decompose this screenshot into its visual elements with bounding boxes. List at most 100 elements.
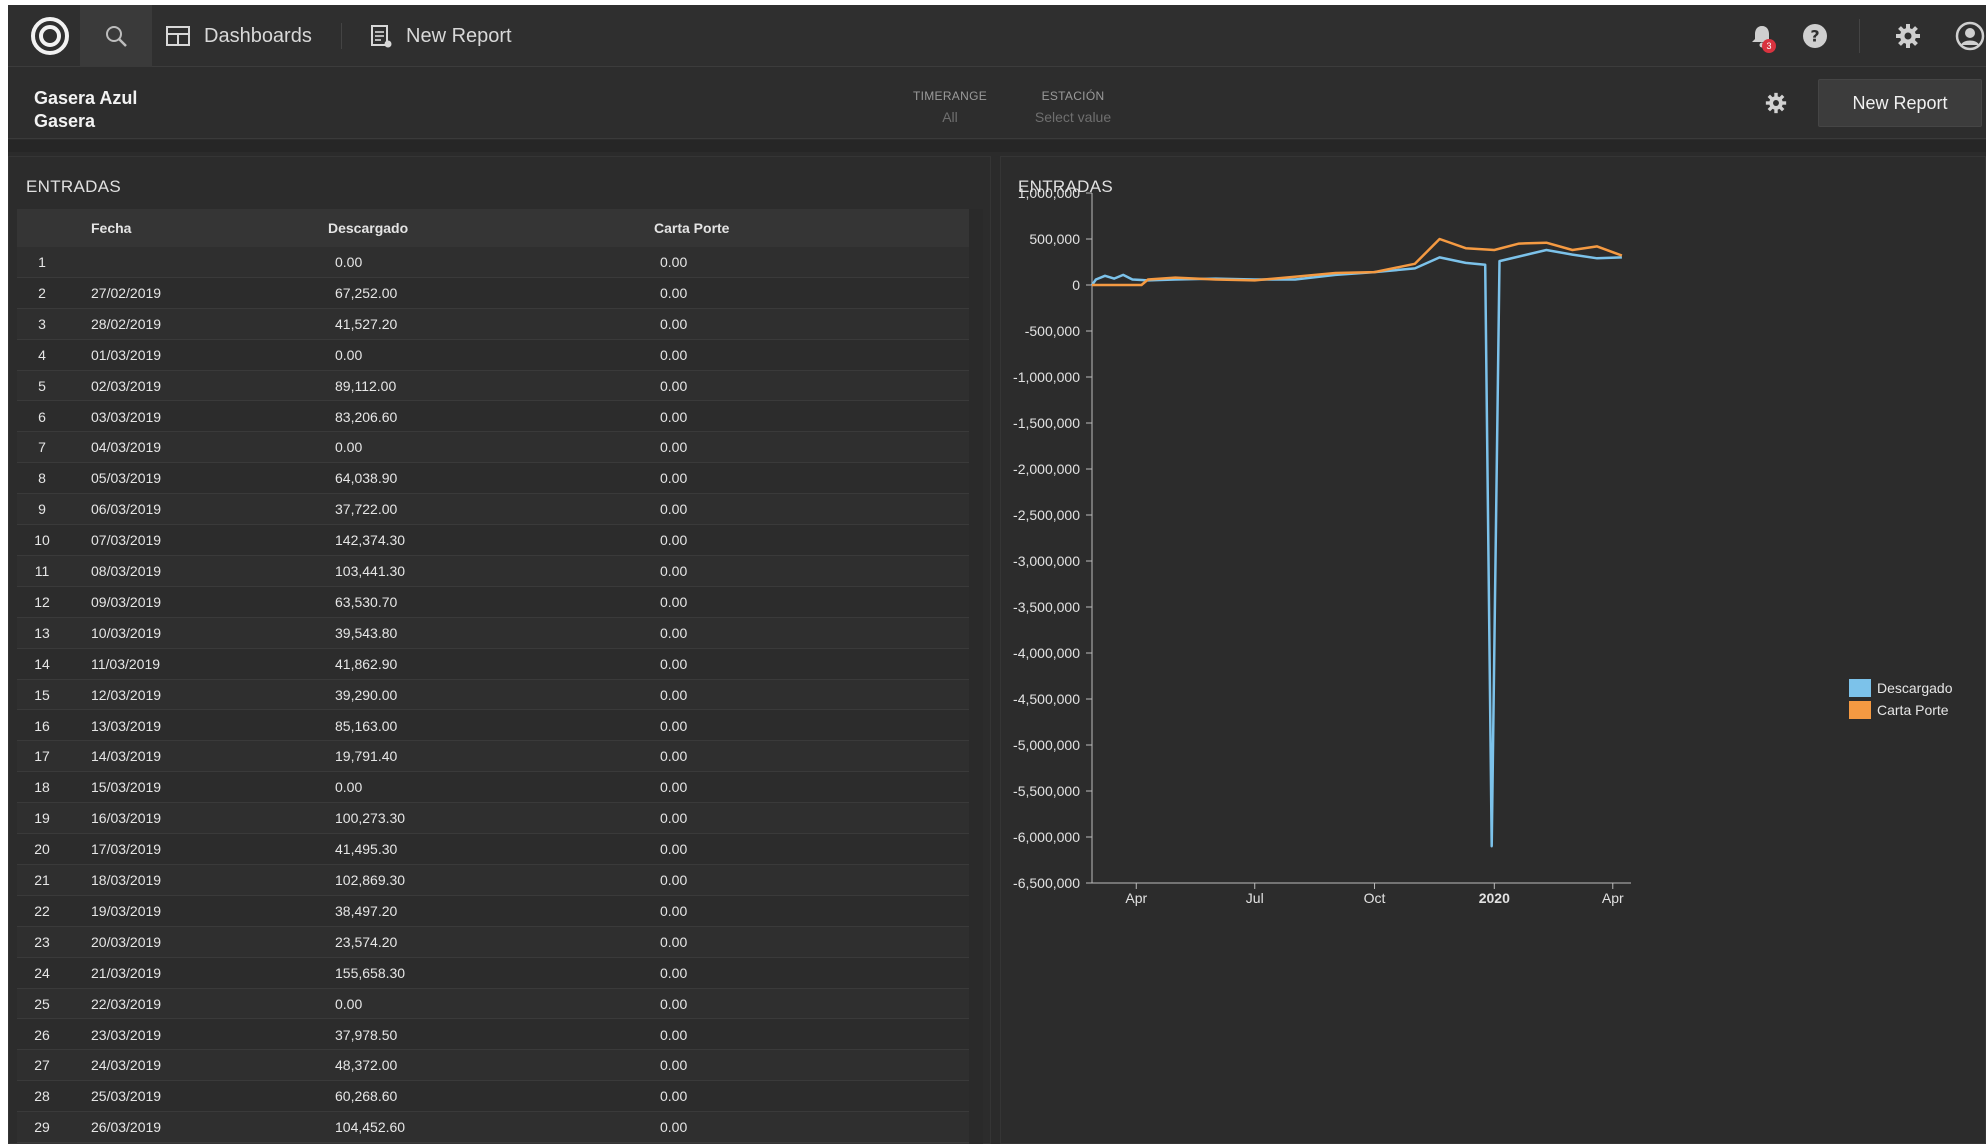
carta-porte-cell: 0.00: [660, 254, 688, 270]
table-row[interactable]: 15 12/03/2019 39,290.00 0.00: [17, 679, 974, 711]
table-row[interactable]: 7 04/03/2019 0.00 0.00: [17, 432, 974, 464]
filter-estacion-value[interactable]: Select value: [1018, 109, 1128, 125]
table-row[interactable]: 8 05/03/2019 64,038.90 0.00: [17, 463, 974, 495]
table-row[interactable]: 17 14/03/2019 19,791.40 0.00: [17, 741, 974, 773]
fecha-cell: 03/03/2019: [91, 408, 162, 425]
column-header-descargado[interactable]: Descargado: [328, 209, 408, 247]
carta-porte-cell: 0.00: [660, 1057, 688, 1074]
table-row[interactable]: 5 02/03/2019 89,112.00 0.00: [17, 370, 974, 402]
carta-porte-cell: 0.00: [660, 593, 688, 610]
fecha-cell: 01/03/2019: [91, 346, 162, 363]
table-row[interactable]: 21 18/03/2019 102,869.30 0.00: [17, 865, 974, 896]
app-logo-icon[interactable]: [20, 5, 80, 67]
row-index-cell: 11: [34, 563, 50, 579]
table-row[interactable]: 11 08/03/2019 103,441.30 0.00: [17, 556, 974, 587]
row-index-cell: 21: [34, 872, 50, 888]
fecha-cell: 06/03/2019: [91, 501, 162, 518]
table-row[interactable]: 24 21/03/2019 155,658.30 0.00: [17, 958, 974, 989]
carta-porte-cell: 0.00: [660, 717, 688, 734]
carta-porte-cell: 0.00: [660, 624, 688, 641]
fecha-cell: 19/03/2019: [91, 902, 162, 919]
new-report-button[interactable]: New Report: [1818, 79, 1982, 127]
filter-timerange-value[interactable]: All: [904, 109, 996, 125]
legend-swatch: [1849, 701, 1871, 719]
filter-timerange[interactable]: TIMERANGE All: [904, 89, 996, 125]
table-row[interactable]: 26 23/03/2019 37,978.50 0.00: [17, 1020, 974, 1051]
filter-timerange-label: TIMERANGE: [912, 89, 988, 103]
table-header-row: Fecha Descargado Carta Porte: [17, 209, 974, 247]
nav-dashboards[interactable]: Dashboards: [166, 5, 312, 67]
table-row[interactable]: 23 20/03/2019 23,574.20 0.00: [17, 926, 974, 958]
entradas-line-chart[interactable]: 1,000,000 500,000 0 -500,000 -1,000,000 -1,50…: [1001, 157, 1986, 1144]
table-row[interactable]: 18 15/03/2019 0.00 0.00: [17, 772, 974, 804]
table-scrollbar[interactable]: [969, 209, 983, 1144]
fecha-cell: 10/03/2019: [91, 624, 162, 641]
descargado-cell: 103,441.30: [335, 563, 406, 579]
row-index-cell: 9: [38, 501, 46, 518]
fecha-cell: 04/03/2019: [91, 439, 162, 456]
table-row[interactable]: 4 01/03/2019 0.00 0.00: [17, 340, 974, 371]
user-avatar-icon[interactable]: [1954, 5, 1986, 67]
table-row[interactable]: 13 10/03/2019 39,543.80 0.00: [17, 617, 974, 649]
y-tick-label: 0: [1072, 277, 1080, 293]
row-index-cell: 5: [38, 377, 46, 394]
descargado-cell: 0.00: [335, 439, 363, 456]
entradas-table-panel: ENTRADAS Fecha Descargado Carta Porte 10…: [8, 156, 991, 1144]
nav-divider: [1859, 19, 1860, 53]
row-index-cell: 2: [38, 284, 46, 301]
table-row[interactable]: 20 17/03/2019 41,495.30 0.00: [17, 834, 974, 865]
app-window: Dashboards New Report 3 ? Gasera Azul Ga…: [8, 5, 1986, 1144]
descargado-cell: 64,038.90: [335, 470, 398, 487]
search-icon[interactable]: [80, 5, 152, 67]
carta-porte-cell: 0.00: [660, 964, 688, 981]
descargado-cell: 89,112.00: [335, 377, 397, 394]
carta-porte-cell: 0.00: [660, 872, 688, 888]
y-tick-label: -3,500,000: [1013, 599, 1080, 615]
filter-estacion[interactable]: ESTACIÓN Select value: [1018, 89, 1128, 125]
column-header-carta-porte[interactable]: Carta Porte: [654, 209, 729, 247]
fecha-cell: 07/03/2019: [91, 532, 162, 549]
dashboard-header: Gasera Azul Gasera TIMERANGE All ESTACIÓ…: [8, 67, 1986, 139]
notification-count-badge: 3: [1762, 39, 1776, 53]
entradas-table: Fecha Descargado Carta Porte 1 0.00 0.00 2 2…: [17, 209, 974, 1144]
table-row[interactable]: 22 19/03/2019 38,497.20 0.00: [17, 896, 974, 927]
carta-porte-cell: 0.00: [660, 779, 688, 796]
table-row[interactable]: 1 0.00 0.00: [17, 247, 974, 278]
nav-new-report-label: New Report: [406, 24, 512, 47]
column-header-fecha[interactable]: Fecha: [91, 209, 131, 247]
x-tick-label: Oct: [1364, 890, 1386, 906]
table-row[interactable]: 14 11/03/2019 41,862.90 0.00: [17, 649, 974, 680]
descargado-cell: 23,574.20: [335, 933, 398, 950]
table-panel-title: ENTRADAS: [26, 177, 121, 196]
table-row[interactable]: 3 28/02/2019 41,527.20 0.00: [17, 308, 974, 340]
table-row[interactable]: 2 27/02/2019 67,252.00 0.00: [17, 278, 974, 309]
settings-gear-icon[interactable]: [1888, 5, 1928, 67]
fecha-cell: 08/03/2019: [91, 563, 162, 579]
fecha-cell: 15/03/2019: [91, 779, 162, 796]
fecha-cell: 22/03/2019: [91, 995, 162, 1012]
table-row[interactable]: 6 03/03/2019 83,206.60 0.00: [17, 402, 974, 433]
help-icon[interactable]: ?: [1795, 5, 1835, 67]
fecha-cell: 23/03/2019: [91, 1026, 162, 1043]
carta-porte-cell: 0.00: [660, 1026, 688, 1043]
table-row[interactable]: 9 06/03/2019 37,722.00 0.00: [17, 494, 974, 526]
table-row[interactable]: 27 24/03/2019 48,372.00 0.00: [17, 1050, 974, 1082]
descargado-cell: 48,372.00: [335, 1057, 398, 1074]
table-row[interactable]: 10 07/03/2019 142,374.30 0.00: [17, 525, 974, 556]
table-row[interactable]: 29 26/03/2019 104,452.60 0.00: [17, 1112, 974, 1144]
notifications-bell-icon[interactable]: 3: [1742, 5, 1782, 67]
table-row[interactable]: 28 25/03/2019 60,268.60 0.00: [17, 1081, 974, 1113]
table-row[interactable]: 12 09/03/2019 63,530.70 0.00: [17, 587, 974, 618]
descargado-cell: 0.00: [335, 254, 363, 270]
nav-new-report[interactable]: New Report: [370, 5, 512, 67]
descargado-cell: 102,869.30: [335, 872, 406, 888]
table-row[interactable]: 16 13/03/2019 85,163.00 0.00: [17, 711, 974, 742]
fecha-cell: 02/03/2019: [91, 377, 162, 394]
dashboard-settings-gear-icon[interactable]: [1760, 87, 1792, 119]
carta-porte-cell: 0.00: [660, 655, 688, 672]
y-tick-label: 1,000,000: [1018, 185, 1080, 201]
descargado-cell: 41,495.30: [335, 841, 398, 858]
table-row[interactable]: 19 16/03/2019 100,273.30 0.00: [17, 803, 974, 835]
table-row[interactable]: 25 22/03/2019 0.00 0.00: [17, 988, 974, 1020]
legend-swatch: [1849, 679, 1871, 697]
